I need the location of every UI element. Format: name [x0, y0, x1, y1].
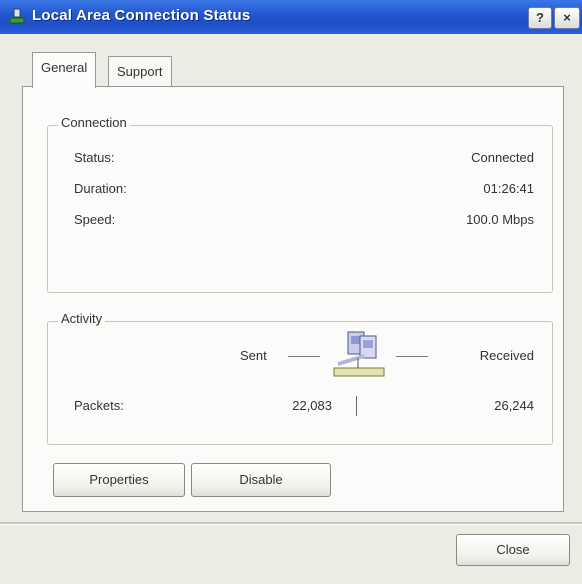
packets-received-value: 26,244	[494, 398, 534, 413]
duration-value: 01:26:41	[483, 181, 534, 196]
duration-label: Duration:	[74, 181, 127, 196]
received-label: Received	[479, 348, 534, 363]
speed-value: 100.0 Mbps	[466, 212, 534, 227]
status-value: Connected	[471, 150, 534, 165]
connection-group: Connection Status: Connected Duration: 0…	[47, 115, 553, 293]
speed-label: Speed:	[74, 212, 116, 227]
title-bar[interactable]: Local Area Connection Status ? ×	[0, 0, 582, 34]
network-connection-icon	[9, 8, 25, 24]
tab-support[interactable]: Support	[108, 56, 172, 87]
window-title: Local Area Connection Status	[32, 7, 251, 24]
disable-button[interactable]: Disable	[191, 463, 331, 497]
connection-group-title: Connection	[58, 115, 130, 130]
tab-general[interactable]: General	[32, 52, 97, 88]
packets-sent-value: 22,083	[292, 398, 332, 413]
activity-group: Activity Sent Received Packets: 22,083 2…	[47, 311, 553, 445]
close-button[interactable]: Close	[456, 534, 570, 566]
properties-button[interactable]: Properties	[53, 463, 185, 497]
tab-panel-general: Connection Status: Connected Duration: 0…	[22, 86, 564, 512]
packets-divider	[356, 396, 357, 416]
close-window-button[interactable]: ×	[554, 7, 580, 29]
status-label: Status:	[74, 150, 115, 165]
packets-label: Packets:	[74, 398, 124, 413]
sent-line	[288, 356, 320, 357]
footer-separator	[0, 522, 582, 525]
activity-group-title: Activity	[58, 311, 106, 326]
network-activity-icon	[333, 331, 385, 377]
received-line	[396, 356, 428, 357]
help-button[interactable]: ?	[528, 7, 552, 29]
sent-label: Sent	[240, 348, 267, 363]
